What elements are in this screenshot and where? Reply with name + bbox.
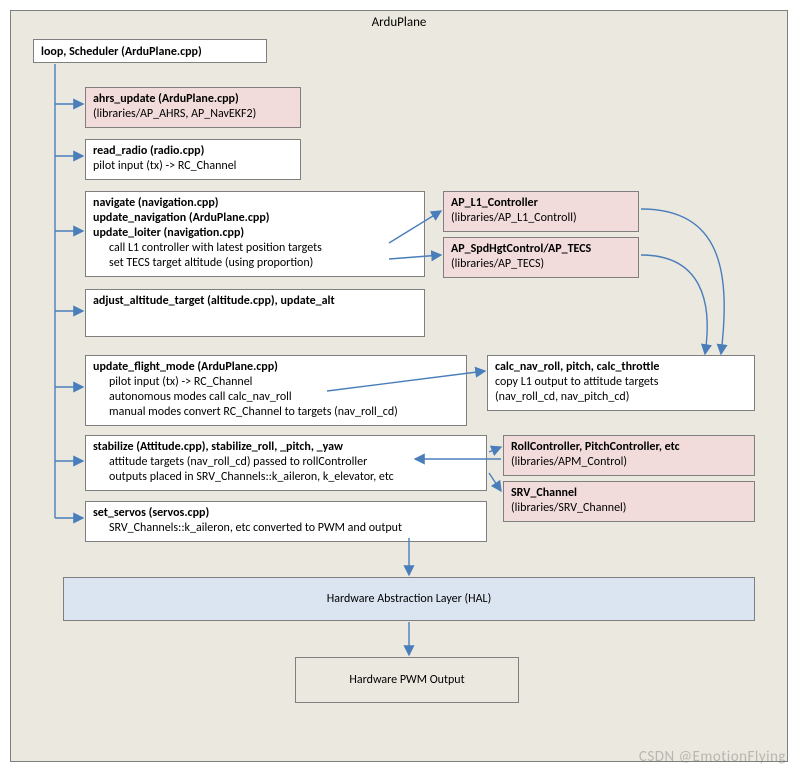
box-set-servos: set_servos (servos.cpp) SRV_Channels::k_…	[85, 501, 487, 542]
stab-d2: outputs placed in SRV_Channels::k_ailero…	[93, 470, 394, 485]
rp-sub: (libraries/APM_Control)	[511, 455, 627, 469]
box-read-radio: read_radio (radio.cpp) pilot input (tx) …	[85, 139, 301, 180]
stab-d1: attitude targets (nav_roll_cd) passed to…	[93, 455, 367, 470]
calc-d1: copy L1 output to attitude targets	[495, 375, 659, 389]
box-ahrs-update: ahrs_update (ArduPlane.cpp) (libraries/A…	[85, 87, 301, 128]
stab-title: stabilize (Attitude.cpp), stabilize_roll…	[93, 440, 343, 454]
box-hal: Hardware Abstraction Layer (HAL)	[63, 577, 755, 621]
flight-d3: manual modes convert RC_Channel to targe…	[93, 405, 398, 420]
radio-title: read_radio (radio.cpp)	[93, 144, 204, 158]
tecs-title: AP_SpdHgtControl/AP_TECS	[451, 242, 591, 256]
calc-title: calc_nav_roll, pitch, calc_throttle	[495, 360, 659, 374]
nav-l3: update_loiter (navigation.cpp)	[93, 226, 244, 240]
l1-sub: (libraries/AP_L1_Controll)	[451, 211, 577, 225]
box-roll-pitch-controller: RollController, PitchController, etc (li…	[503, 435, 755, 476]
flight-d2: autonomous modes call calc_nav_roll	[93, 390, 292, 405]
box-hardware-pwm: Hardware PWM Output	[295, 657, 519, 703]
nav-d2: set TECS target altitude (using proporti…	[93, 256, 313, 271]
srv-sub: (libraries/SRV_Channel)	[511, 501, 626, 515]
calc-d2: (nav_roll_cd, nav_pitch_cd)	[495, 390, 629, 404]
box-navigate: navigate (navigation.cpp) update_navigat…	[85, 191, 425, 277]
servos-sub: SRV_Channels::k_aileron, etc converted t…	[93, 521, 402, 536]
box-adjust-altitude: adjust_altitude_target (altitude.cpp), u…	[85, 289, 425, 337]
alt-title: adjust_altitude_target (altitude.cpp), u…	[93, 294, 335, 308]
box-l1-controller: AP_L1_Controller (libraries/AP_L1_Contro…	[443, 191, 639, 232]
box-loop-scheduler: loop, Scheduler (ArduPlane.cpp)	[33, 39, 267, 63]
nav-l1: navigate (navigation.cpp)	[93, 196, 219, 210]
srv-title: SRV_Channel	[511, 486, 577, 500]
nav-l2: update_navigation (ArduPlane.cpp)	[93, 211, 270, 225]
box-update-flight-mode: update_flight_mode (ArduPlane.cpp) pilot…	[85, 355, 467, 426]
box-srv-channel: SRV_Channel (libraries/SRV_Channel)	[503, 481, 755, 522]
radio-sub: pilot input (tx) -> RC_Channel	[93, 159, 236, 173]
nav-d1: call L1 controller with latest position …	[93, 241, 322, 256]
watermark: CSDN @EmotionFlying	[639, 748, 786, 766]
hal-title: Hardware Abstraction Layer (HAL)	[327, 592, 491, 606]
diagram-title: ArduPlane	[11, 15, 787, 30]
box-calc-nav-roll: calc_nav_roll, pitch, calc_throttle copy…	[487, 355, 755, 411]
tecs-sub: (libraries/AP_TECS)	[451, 257, 544, 271]
loop-title: loop, Scheduler (ArduPlane.cpp)	[41, 45, 202, 59]
rp-title: RollController, PitchController, etc	[511, 440, 680, 454]
box-tecs: AP_SpdHgtControl/AP_TECS (libraries/AP_T…	[443, 237, 639, 278]
servos-title: set_servos (servos.cpp)	[93, 506, 209, 520]
flight-title: update_flight_mode (ArduPlane.cpp)	[93, 360, 278, 374]
ahrs-sub: (libraries/AP_AHRS, AP_NavEKF2)	[93, 107, 256, 121]
diagram-canvas: ArduPlane loop, Scheduler (ArduPlane.cpp…	[10, 10, 788, 762]
flight-d1: pilot input (tx) -> RC_Channel	[93, 375, 252, 390]
pwm-title: Hardware PWM Output	[349, 673, 464, 687]
l1-title: AP_L1_Controller	[451, 196, 538, 210]
ahrs-title: ahrs_update (ArduPlane.cpp)	[93, 92, 239, 106]
box-stabilize: stabilize (Attitude.cpp), stabilize_roll…	[85, 435, 487, 491]
